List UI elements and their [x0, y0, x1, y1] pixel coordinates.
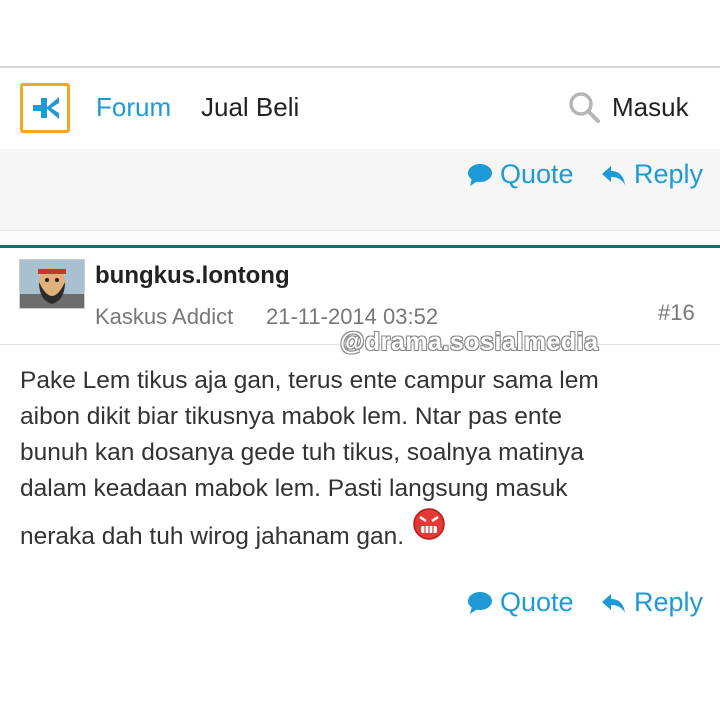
quote-button[interactable]: Quote: [467, 159, 574, 190]
speech-bubble-icon: [468, 163, 492, 186]
reply-label: Reply: [634, 587, 704, 617]
post-text-line: bunuh kan dosanya gede tuh tikus, soalny…: [20, 439, 584, 466]
post-separator: [0, 231, 720, 245]
reply-label: Reply: [634, 159, 704, 189]
nav-jual-beli-link[interactable]: Jual Beli: [201, 92, 299, 123]
user-avatar[interactable]: [19, 259, 85, 309]
previous-post-footer: Quote Reply: [0, 149, 720, 231]
reply-arrow-icon: [602, 593, 625, 613]
nav-forum-link[interactable]: Forum: [96, 92, 171, 123]
reply-button[interactable]: Reply: [601, 159, 703, 190]
post-username[interactable]: bungkus.lontong: [95, 262, 290, 290]
post-text-line: aibon dikit biar tikusnya mabok lem. Nta…: [20, 403, 562, 430]
quote-label: Quote: [500, 159, 574, 189]
quote-label: Quote: [500, 587, 574, 617]
top-blank-area: [0, 0, 720, 66]
watermark-text: @drama.sosialmedia: [340, 328, 599, 356]
post-body: Pake Lem tikus aja gan, terus ente campu…: [20, 363, 710, 560]
post-date: 21-11-2014 03:52: [266, 304, 439, 329]
user-rank: Kaskus Addict: [95, 304, 234, 329]
post-text-line: Pake Lem tikus aja gan, terus ente campu…: [20, 367, 599, 394]
post-text-line: dalam keadaan mabok lem. Pasti langsung …: [20, 475, 568, 502]
kaskus-logo-icon[interactable]: [20, 83, 70, 133]
reply-button[interactable]: Reply: [601, 587, 703, 618]
speech-bubble-icon: [468, 591, 492, 614]
search-icon[interactable]: [567, 90, 601, 124]
site-header: Forum Jual Beli Masuk: [0, 66, 720, 151]
post-number[interactable]: #16: [658, 300, 695, 326]
angry-face-icon: [412, 508, 446, 560]
login-link[interactable]: Masuk: [612, 92, 689, 123]
quote-button[interactable]: Quote: [467, 587, 574, 618]
reply-arrow-icon: [602, 165, 625, 185]
post-text-line: neraka dah tuh wirog jahanam gan.: [20, 522, 405, 550]
